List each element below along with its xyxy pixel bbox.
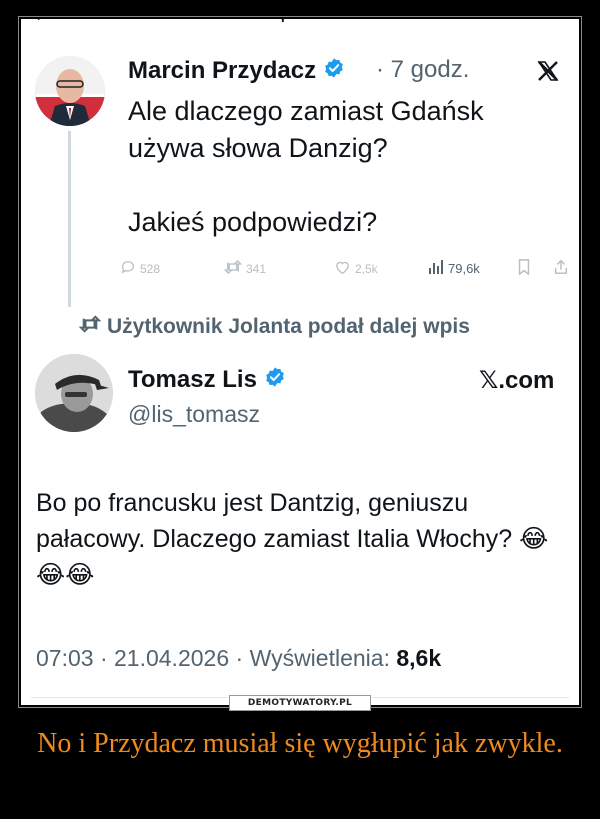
tweet2-author-row[interactable]: Tomasz Lis <box>128 366 286 395</box>
tweet1-text: Ale dlaczego zamiast Gdańsk używa słowa … <box>128 96 484 237</box>
screenshot-frame: ‹ wpis Marcin Przydacz · 7 godz. Ale dla… <box>21 19 579 705</box>
share-icon[interactable] <box>554 259 568 275</box>
bookmark-icon[interactable] <box>517 259 531 275</box>
tweet1-time[interactable]: · 7 godz. <box>376 56 469 84</box>
views-count: 79,6k <box>448 261 480 276</box>
views-action[interactable]: 79,6k <box>428 259 480 278</box>
tweet2-meta: 07:03 · 21.04.2026 · Wyświetlenia: 8,6k <box>36 645 441 672</box>
avatar-lis[interactable] <box>35 354 113 432</box>
retweet-notice-text: Użytkownik Jolanta podał dalej wpis <box>107 315 470 338</box>
tweet1-actions: 528 341 2,5k 79,6k <box>120 259 570 281</box>
verified-badge-icon <box>264 366 286 395</box>
tweet1-author-row[interactable]: Marcin Przydacz <box>128 57 345 86</box>
back-chevron-icon[interactable]: ‹ <box>35 19 40 26</box>
retweet-notice[interactable]: Użytkownik Jolanta podał dalej wpis <box>78 315 470 339</box>
verified-badge-icon <box>323 57 345 86</box>
reply-action[interactable]: 528 <box>120 259 160 278</box>
views-icon <box>428 259 444 278</box>
tweet1-author[interactable]: Marcin Przydacz <box>128 57 316 84</box>
retweet-count: 341 <box>246 261 267 276</box>
demotivator-caption: No i Przydacz musiał się wygłupić jak zw… <box>37 728 563 759</box>
avatar-przydacz[interactable] <box>35 56 105 126</box>
thread-line <box>68 131 71 307</box>
tweet2-author[interactable]: Tomasz Lis <box>128 366 257 393</box>
retweet-action[interactable]: 341 <box>223 259 267 278</box>
tweet2-text: Bo po francusku jest Dantzig, geniuszu p… <box>36 489 513 553</box>
watermark: DEMOTYWATORY.PL <box>229 695 371 711</box>
x-logo-icon <box>536 59 560 90</box>
tweet2-datetime[interactable]: 07:03 · 21.04.2026 · <box>36 645 250 671</box>
cut-header: ‹ wpis <box>21 19 579 26</box>
retweet-icon <box>78 315 102 339</box>
tweet2-handle[interactable]: @lis_tomasz <box>128 401 260 428</box>
x-com-label[interactable]: 𝕏.com <box>479 366 554 395</box>
tweet2-views-value: 8,6k <box>396 645 442 671</box>
cut-header-text: wpis <box>270 19 301 22</box>
reply-count: 528 <box>140 261 161 276</box>
tweet2-body: Bo po francusku jest Dantzig, geniuszu p… <box>36 485 571 593</box>
retweet-icon <box>223 259 243 278</box>
reply-icon <box>120 259 136 278</box>
heart-icon <box>334 259 351 278</box>
tweet2-views-label: Wyświetlenia: <box>249 645 390 671</box>
like-action[interactable]: 2,5k <box>334 259 378 278</box>
like-count: 2,5k <box>355 261 378 276</box>
